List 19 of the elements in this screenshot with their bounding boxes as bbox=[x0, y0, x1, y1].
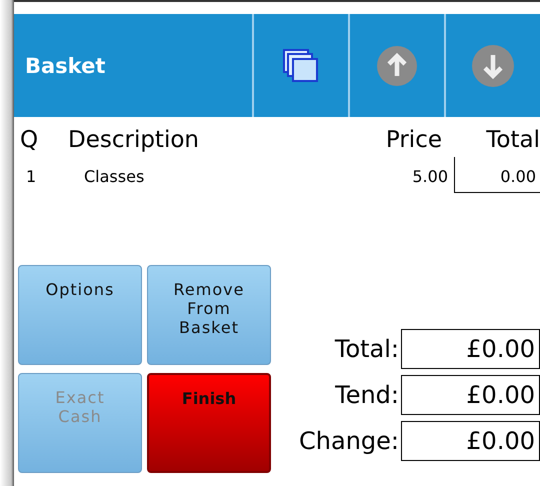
description-cell-text: Classes bbox=[84, 167, 146, 186]
windows-icon[interactable] bbox=[283, 48, 319, 82]
action-button[interactable]: Options bbox=[18, 265, 142, 365]
basket-title: Basket bbox=[24, 52, 106, 80]
column-header: Q bbox=[20, 127, 40, 155]
total-label: Tend: bbox=[334, 381, 399, 409]
column-header: Price bbox=[384, 127, 442, 155]
column-header: Description bbox=[68, 127, 200, 155]
amount-field: £0.00 bbox=[401, 329, 540, 369]
total-cell: 0.00 bbox=[454, 157, 540, 193]
amount-field: £0.00 bbox=[401, 421, 540, 461]
quantity-cell-text: 1 bbox=[26, 167, 38, 186]
finish-button[interactable]: Finish bbox=[147, 373, 271, 473]
total-label: Total: bbox=[334, 335, 399, 363]
price-cell-text: 5.00 bbox=[411, 167, 448, 186]
total-label: Change: bbox=[298, 427, 399, 455]
action-button[interactable]: Remove From Basket bbox=[147, 265, 271, 365]
amount-field: £0.00 bbox=[401, 375, 540, 415]
column-header: Total bbox=[485, 127, 540, 155]
